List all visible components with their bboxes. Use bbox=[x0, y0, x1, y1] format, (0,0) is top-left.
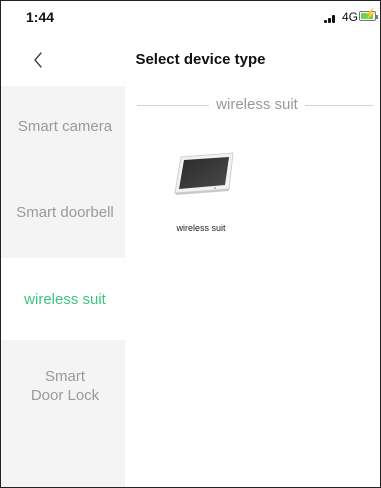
device-category-sidebar: Smart camera Smart doorbell wireless sui… bbox=[1, 86, 125, 487]
network-type: 4G bbox=[342, 10, 359, 24]
tablet-monitor-icon bbox=[174, 152, 234, 195]
sidebar-item-label: Smart camera bbox=[17, 117, 113, 135]
section-heading: wireless suit bbox=[137, 95, 374, 115]
sidebar-item-label: wireless suit bbox=[24, 290, 106, 308]
app-screen: 1:44 4G ⚡ Select device type Smart camer… bbox=[0, 0, 381, 488]
page-title: Select device type bbox=[135, 51, 266, 68]
device-label: wireless suit bbox=[176, 223, 226, 233]
divider bbox=[137, 105, 209, 106]
divider bbox=[305, 105, 374, 106]
sidebar-item-smart-doorbell[interactable]: Smart doorbell bbox=[1, 172, 125, 252]
sidebar-item-label: Smart doorbell bbox=[16, 203, 114, 221]
sidebar-item-smart-door-lock[interactable]: Smart Door Lock bbox=[1, 346, 125, 426]
sidebar-item-wireless-suit[interactable]: wireless suit bbox=[1, 258, 125, 340]
section-title: wireless suit bbox=[216, 96, 298, 113]
status-time: 1:44 bbox=[26, 9, 55, 25]
sidebar-item-label: Smart Door Lock bbox=[30, 368, 100, 404]
sidebar-item-smart-camera[interactable]: Smart camera bbox=[1, 86, 125, 166]
signal-icon bbox=[324, 13, 338, 23]
battery-icon: ⚡ bbox=[359, 9, 378, 21]
status-bar: 1:44 4G ⚡ bbox=[1, 1, 380, 41]
device-card-wireless-suit[interactable]: wireless suit bbox=[153, 139, 249, 239]
